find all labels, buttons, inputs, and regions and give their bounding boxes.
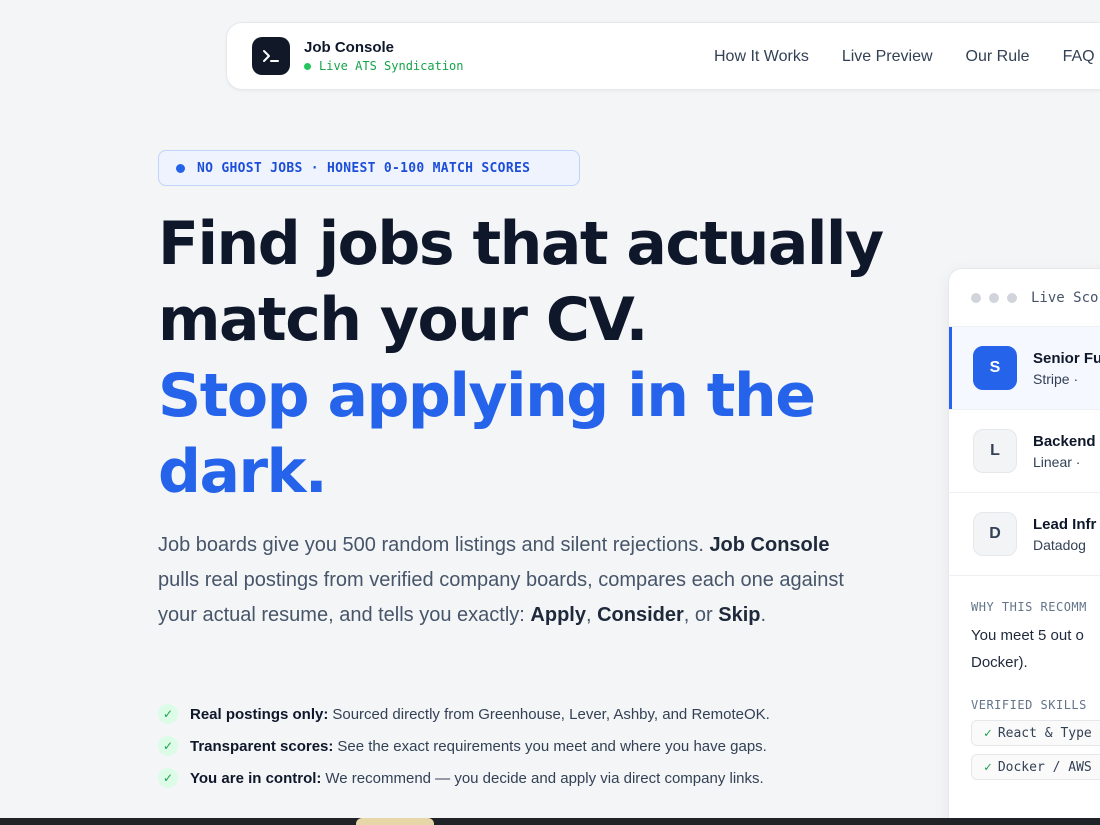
- job-title: Backend: [1033, 432, 1096, 450]
- job-row-linear[interactable]: L Backend Linear ·: [949, 410, 1100, 493]
- lead-bold-skip: Skip: [718, 604, 761, 626]
- job-row-datadog[interactable]: D Lead Infr Datadog: [949, 493, 1100, 576]
- why-text-line: You meet 5 out o: [971, 627, 1084, 644]
- skills-label: VERIFIED SKILLS: [971, 698, 1087, 712]
- feature-item: ✓ You are in control: We recommend — you…: [158, 762, 858, 794]
- lead-text: .: [760, 604, 767, 626]
- live-score-panel: Live Sco S Senior Fu Stripe · L Backend …: [948, 268, 1100, 825]
- lead-text: ,: [585, 604, 598, 626]
- skill-chip-label: Docker / AWS: [997, 759, 1092, 775]
- brand: Job Console Live ATS Syndication: [304, 39, 464, 73]
- feature-text: See the exact requirements you meet and …: [337, 737, 767, 755]
- hero-headline: Find jobs that actually match your CV. S…: [158, 206, 918, 510]
- window-dot-icon: [971, 292, 981, 303]
- why-label: WHY THIS RECOMM: [971, 600, 1087, 614]
- headline-line-2: match your CV.: [158, 285, 648, 355]
- lead-bold-brand: Job Console: [709, 534, 830, 556]
- taskbar-item[interactable]: [356, 818, 434, 825]
- feature-title: Transparent scores:: [190, 737, 334, 755]
- taskbar-strip: [0, 818, 1100, 825]
- job-company: Datadog: [1033, 536, 1086, 553]
- checkmark-icon: ✓: [158, 704, 178, 724]
- feature-item: ✓ Real postings only: Sourced directly f…: [158, 698, 858, 730]
- top-nav: Job Console Live ATS Syndication How It …: [226, 22, 1100, 90]
- skill-chip-label: React & Type: [997, 725, 1092, 741]
- checkmark-icon: ✓: [984, 725, 992, 741]
- job-title: Senior Fu: [1033, 349, 1100, 367]
- brand-title[interactable]: Job Console: [304, 39, 464, 57]
- terminal-logo-icon[interactable]: [252, 37, 290, 75]
- lead-text: , or: [683, 604, 719, 626]
- job-company: Linear ·: [1033, 453, 1081, 470]
- feature-title: You are in control:: [190, 769, 322, 787]
- checkmark-icon: ✓: [158, 768, 178, 788]
- panel-title: Live Sco: [1031, 289, 1099, 306]
- skill-chip: ✓ Docker / AWS: [971, 754, 1100, 780]
- feature-checklist: ✓ Real postings only: Sourced directly f…: [158, 698, 858, 794]
- why-text-line: Docker).: [971, 654, 1028, 671]
- hero-badge: NO GHOST JOBS · HONEST 0-100 MATCH SCORE…: [158, 150, 580, 186]
- nav-link-live-preview[interactable]: Live Preview: [842, 48, 933, 66]
- why-text: You meet 5 out o Docker).: [971, 622, 1100, 676]
- nav-link-our-rule[interactable]: Our Rule: [966, 48, 1030, 66]
- nav-link-faq[interactable]: FAQ: [1063, 48, 1095, 66]
- job-title: Lead Infr: [1033, 515, 1097, 533]
- checkmark-icon: ✓: [158, 736, 178, 756]
- job-row-stripe[interactable]: S Senior Fu Stripe ·: [949, 327, 1100, 410]
- headline-line-1: Find jobs that actually: [158, 209, 884, 279]
- lead-bold-consider: Consider: [597, 604, 684, 626]
- panel-titlebar: Live Sco: [949, 269, 1100, 327]
- nav-link-how-it-works[interactable]: How It Works: [714, 48, 809, 66]
- skill-chip: ✓ React & Type: [971, 720, 1100, 746]
- window-dot-icon: [1007, 292, 1017, 303]
- live-status-dot-icon: [304, 62, 311, 70]
- feature-text: We recommend — you decide and apply via …: [325, 769, 764, 787]
- company-logo: S: [973, 346, 1017, 390]
- feature-item: ✓ Transparent scores: See the exact requ…: [158, 730, 858, 762]
- job-company: Stripe ·: [1033, 370, 1079, 387]
- nav-links: How It Works Live Preview Our Rule FAQ: [714, 23, 1100, 91]
- headline-line-4: dark.: [158, 437, 328, 507]
- lead-text: Job boards give you 500 random listings …: [158, 534, 710, 556]
- feature-title: Real postings only:: [190, 705, 329, 723]
- window-dot-icon: [989, 292, 999, 303]
- brand-status: Live ATS Syndication: [319, 59, 464, 73]
- badge-dot-icon: [176, 163, 185, 173]
- company-logo: L: [973, 429, 1017, 473]
- badge-text: NO GHOST JOBS · HONEST 0-100 MATCH SCORE…: [197, 160, 531, 176]
- feature-text: Sourced directly from Greenhouse, Lever,…: [332, 705, 770, 723]
- hero-description: Job boards give you 500 random listings …: [158, 528, 848, 633]
- why-recommended-section: WHY THIS RECOMM You meet 5 out o Docker)…: [949, 576, 1100, 780]
- headline-line-3: Stop applying in the: [158, 361, 816, 431]
- checkmark-icon: ✓: [984, 759, 992, 775]
- company-logo: D: [973, 512, 1017, 556]
- lead-bold-apply: Apply: [530, 604, 586, 626]
